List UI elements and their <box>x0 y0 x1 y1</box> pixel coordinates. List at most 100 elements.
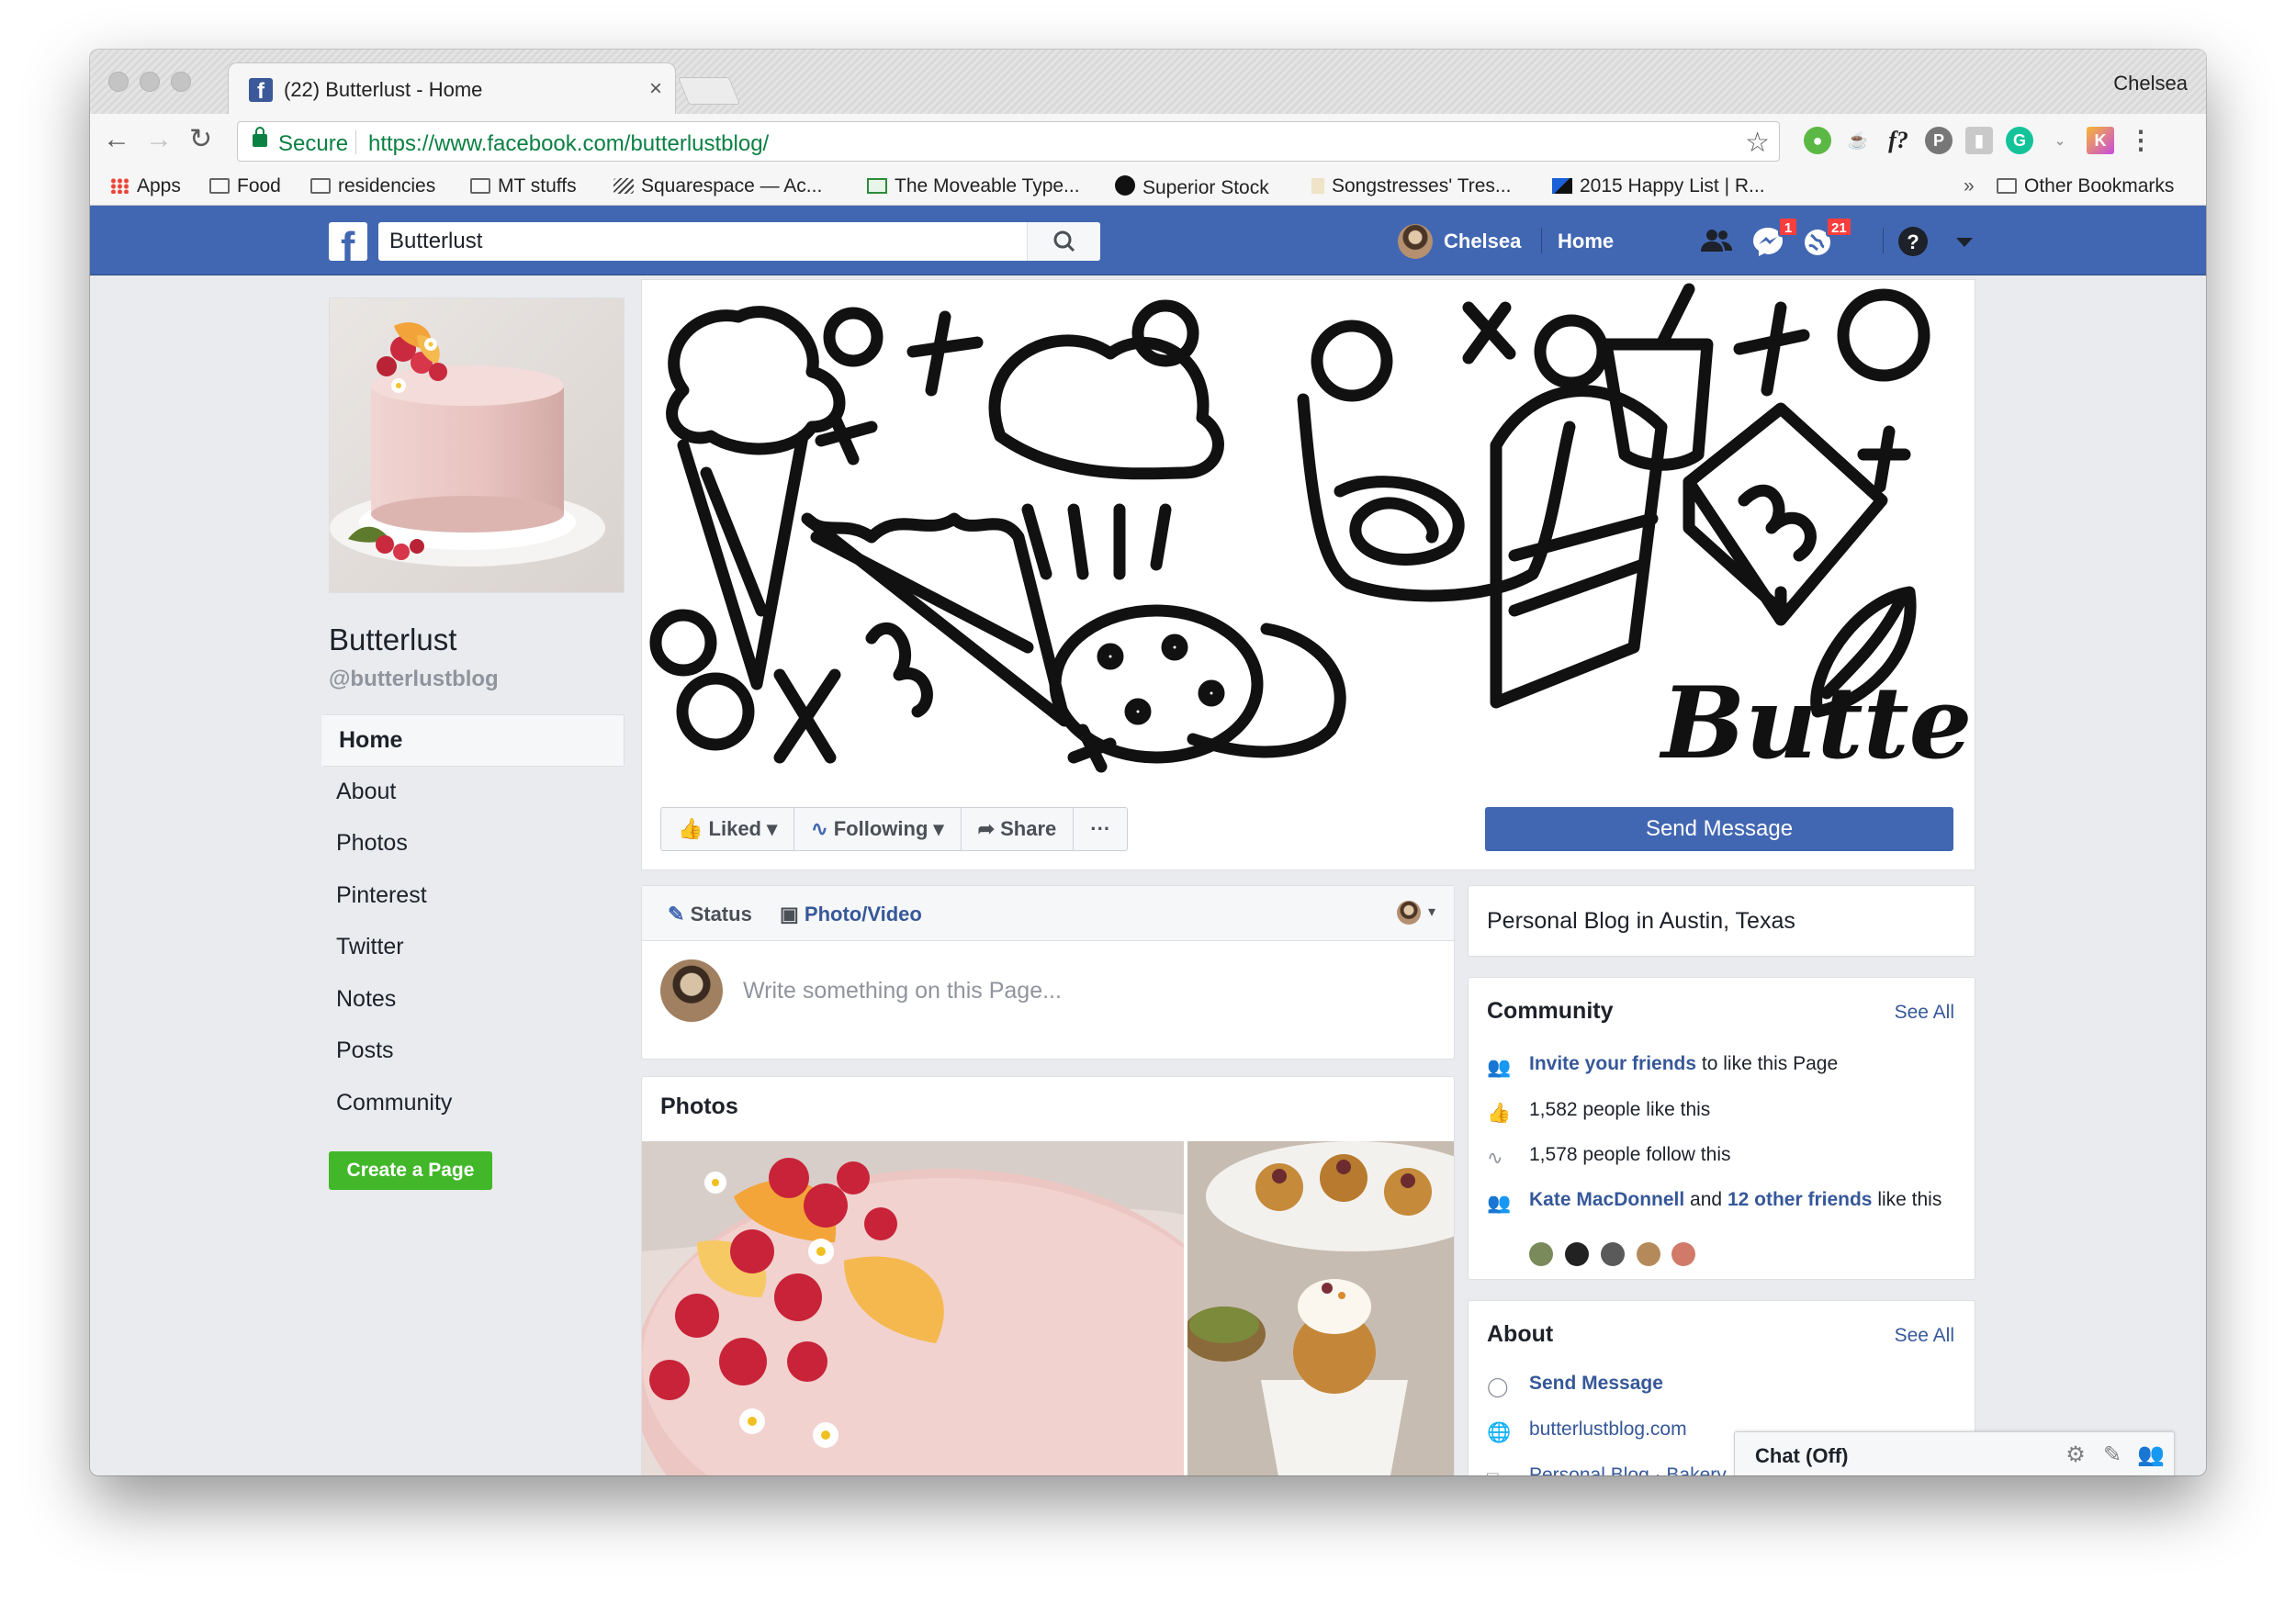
minimize-window-button[interactable] <box>140 72 160 92</box>
bookmark-songstresses[interactable]: Songstresses' Tres... <box>1311 175 1511 197</box>
compose-icon[interactable]: ✎ <box>2100 1443 2124 1467</box>
composer-input[interactable]: Write something on this Page... <box>743 978 1062 1004</box>
send-message-button[interactable]: Send Message <box>1485 807 1953 851</box>
friend-avatar[interactable] <box>1636 1242 1660 1266</box>
help-icon[interactable]: ? <box>1896 224 1930 259</box>
address-bar[interactable]: Secure https://www.facebook.com/butterlu… <box>237 121 1780 162</box>
nav-item-community[interactable]: Community <box>321 1078 625 1130</box>
photo-video-label: Photo/Video <box>804 903 922 925</box>
nav-item-photos[interactable]: Photos <box>321 818 625 870</box>
grammarly-icon[interactable]: G <box>2006 127 2033 154</box>
bookmark-food[interactable]: Food <box>209 175 281 197</box>
photo-poached-pears[interactable] <box>1187 1141 1455 1475</box>
tab-butterlust[interactable]: f (22) Butterlust - Home × <box>228 62 676 114</box>
share-label: Share <box>1000 817 1057 840</box>
url-text[interactable]: https://www.facebook.com/butterlustblog/ <box>368 131 769 157</box>
category-links[interactable]: Personal Blog · Bakery <box>1529 1464 1727 1475</box>
friend-avatar[interactable] <box>1564 1242 1589 1266</box>
photos-heading[interactable]: Photos <box>660 1094 738 1120</box>
back-arrow-icon[interactable]: ← <box>103 125 130 154</box>
community-heading: Community <box>1487 998 1614 1024</box>
friend-avatar[interactable] <box>1600 1242 1625 1266</box>
chevron-down-icon[interactable]: ⌄ <box>2046 127 2074 154</box>
bookmark-icon[interactable]: ▮ <box>1965 127 1993 154</box>
invite-rest-text: to like this Page <box>1701 1053 1839 1074</box>
community-see-all-link[interactable]: See All <box>1895 1002 1954 1024</box>
nav-item-posts[interactable]: Posts <box>321 1026 625 1078</box>
page-handle[interactable]: @butterlustblog <box>329 667 499 692</box>
composer-tab-photo-video[interactable]: ▣ Photo/Video <box>780 903 922 926</box>
close-window-button[interactable] <box>108 72 129 92</box>
other-friends-link[interactable]: 12 other friends <box>1728 1189 1873 1210</box>
zoom-window-button[interactable] <box>171 72 191 92</box>
bookmark-apps[interactable]: Apps <box>110 175 181 197</box>
cover-photo[interactable]: Butterlust <box>642 280 1975 781</box>
forward-arrow-icon[interactable]: → <box>145 125 173 154</box>
bookmark-moveable-type[interactable]: The Moveable Type... <box>867 175 1080 197</box>
fb-user-name-link[interactable]: Chelsea <box>1444 230 1521 253</box>
fb-home-link[interactable]: Home <box>1558 230 1614 253</box>
nav-item-pinterest[interactable]: Pinterest <box>321 870 625 923</box>
evernote-icon[interactable]: ● <box>1804 127 1831 154</box>
share-button[interactable]: ➦ Share <box>962 808 1075 850</box>
tab-close-icon[interactable]: × <box>649 76 662 102</box>
reload-icon[interactable]: ↻ <box>189 125 212 154</box>
friend-requests-icon[interactable] <box>1699 224 1734 259</box>
bookmark-happy-list[interactable]: 2015 Happy List | R... <box>1552 175 1765 197</box>
composer-tab-status[interactable]: ✎ Status <box>668 903 752 926</box>
bookmark-label: The Moveable Type... <box>895 175 1080 196</box>
bookmark-superior-stock[interactable]: Superior Stock <box>1115 175 1269 199</box>
bookmarks-overflow-chevron[interactable]: » <box>1964 175 1975 197</box>
fb-search-input[interactable] <box>378 222 1040 261</box>
nav-item-twitter[interactable]: Twitter <box>321 922 625 974</box>
pinterest-icon[interactable]: P <box>1925 127 1953 154</box>
account-menu-chevron-down-icon[interactable] <box>1947 224 1982 259</box>
photo-peach-cake[interactable] <box>642 1141 1184 1475</box>
fb-search-button[interactable] <box>1027 222 1100 261</box>
menu-icon[interactable]: ⋮ <box>2127 127 2155 154</box>
bookmark-residencies[interactable]: residencies <box>310 175 435 197</box>
new-tab-button[interactable] <box>677 77 741 105</box>
tea-icon[interactable]: ☕ <box>1844 127 1872 154</box>
page-name[interactable]: Butterlust <box>329 623 456 657</box>
bookmark-mt-stuffs[interactable]: MT stuffs <box>470 175 577 197</box>
liked-button[interactable]: 👍 Liked ▾ <box>661 808 795 850</box>
caret-down-icon[interactable]: ▾ <box>1428 903 1435 921</box>
group-icon[interactable]: 👥 <box>2137 1443 2165 1467</box>
gear-icon[interactable]: ⚙ <box>2064 1443 2088 1467</box>
bookmark-squarespace[interactable]: Squarespace — Ac... <box>613 175 822 197</box>
facebook-logo-icon[interactable]: f <box>329 222 367 270</box>
friend-name-link[interactable]: Kate MacDonnell <box>1529 1189 1684 1210</box>
chat-bar[interactable]: Chat (Off) ⚙ ✎ 👥 <box>1734 1431 2175 1475</box>
browser-toolbar: ← → ↻ Secure https://www.facebook.com/bu… <box>90 114 2206 167</box>
facebook-favicon-icon: f <box>249 78 273 102</box>
create-page-button[interactable]: Create a Page <box>329 1151 492 1190</box>
website-link[interactable]: butterlustblog.com <box>1529 1419 1687 1440</box>
nav-item-home[interactable]: Home <box>321 714 625 767</box>
about-see-all-link[interactable]: See All <box>1895 1325 1954 1347</box>
post-as-avatar[interactable] <box>1397 901 1421 925</box>
messages-badge: 1 <box>1778 217 1798 237</box>
friend-avatar[interactable] <box>1671 1242 1696 1266</box>
about-send-message-row: ◯ Send Message <box>1487 1373 1663 1397</box>
bookmark-other-bookmarks[interactable]: Other Bookmarks <box>1997 175 2174 197</box>
caret-down-icon: ▾ <box>767 817 778 840</box>
title-bar: f (22) Butterlust - Home × Chelsea <box>90 50 2206 114</box>
community-card: Community See All 👥 Invite your friends t… <box>1468 977 1975 1280</box>
user-avatar[interactable] <box>1398 224 1433 259</box>
nav-item-notes[interactable]: Notes <box>321 974 625 1026</box>
font-icon[interactable]: f? <box>1885 127 1912 154</box>
friend-avatar[interactable] <box>1529 1242 1553 1266</box>
profile-picture[interactable] <box>329 297 625 593</box>
search-icon <box>1053 230 1075 252</box>
browser-profile-name[interactable]: Chelsea <box>2113 72 2188 95</box>
nav-item-about[interactable]: About <box>321 767 625 819</box>
post-composer: ✎ Status ▣ Photo/Video ▾ Write something… <box>641 885 1455 1060</box>
kindle-icon[interactable]: K <box>2087 127 2114 154</box>
notifications-badge: 21 <box>1826 217 1852 237</box>
bookmark-star-icon[interactable]: ☆ <box>1745 127 1770 159</box>
following-button[interactable]: ∿ Following ▾ <box>794 808 962 850</box>
invite-friends-link[interactable]: Invite your friends <box>1529 1053 1696 1074</box>
about-send-message-link[interactable]: Send Message <box>1529 1373 1663 1394</box>
more-options-button[interactable]: ··· <box>1074 808 1127 850</box>
